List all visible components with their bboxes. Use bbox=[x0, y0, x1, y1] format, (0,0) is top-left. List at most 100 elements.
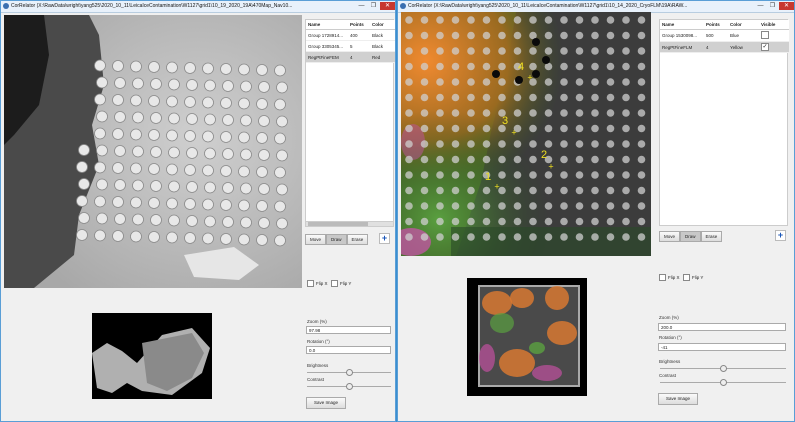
grid-dot bbox=[529, 93, 537, 102]
overview-image bbox=[92, 313, 212, 399]
registration-marker[interactable]: + bbox=[511, 128, 516, 138]
flm-correlator-window: CorRelator (X:\RawData\wright\yang525\20… bbox=[397, 0, 795, 422]
grid-dot bbox=[513, 31, 522, 40]
rotation-input[interactable]: 0.0 bbox=[306, 346, 391, 354]
grid-dot bbox=[529, 140, 537, 148]
checkbox-box[interactable] bbox=[331, 280, 338, 287]
registration-marker[interactable]: + bbox=[548, 162, 553, 172]
em-image-viewer[interactable] bbox=[4, 15, 302, 288]
group-table: Name Points Color Visible Group 1530098.… bbox=[660, 20, 789, 53]
zoom-input[interactable]: 200.0 bbox=[658, 323, 786, 331]
grid-dot bbox=[420, 140, 429, 148]
flm-image-viewer[interactable]: +1 +2 +3 +4 bbox=[401, 12, 651, 256]
registration-label: 2 bbox=[541, 149, 547, 161]
close-button[interactable]: ✕ bbox=[779, 2, 794, 10]
header-name[interactable]: Name bbox=[660, 20, 704, 30]
grid-hole bbox=[256, 98, 268, 110]
close-button[interactable]: ✕ bbox=[380, 2, 395, 10]
minimize-button[interactable]: — bbox=[755, 2, 766, 10]
grid-hole bbox=[204, 113, 216, 126]
brightness-slider[interactable] bbox=[660, 365, 786, 372]
add-group-button[interactable]: + bbox=[775, 230, 786, 241]
slider-knob[interactable] bbox=[346, 369, 353, 376]
title-bar[interactable]: CorRelator (X:\RawData\wright\yang525\20… bbox=[1, 1, 395, 13]
grid-dot bbox=[436, 171, 444, 179]
checkbox-box[interactable] bbox=[683, 274, 690, 281]
grid-dot bbox=[405, 186, 413, 195]
grid-hole bbox=[256, 64, 268, 76]
brightness-slider[interactable] bbox=[307, 369, 391, 376]
header-points[interactable]: Points bbox=[348, 20, 370, 30]
draw-button[interactable]: Draw bbox=[680, 231, 701, 242]
grid-dot bbox=[420, 186, 429, 195]
table-row-selected[interactable]: RegPtFineFLM 4 Yellow ✓ bbox=[660, 41, 789, 53]
header-color[interactable]: Color bbox=[728, 20, 759, 30]
flip-x-checkbox[interactable]: Flip X bbox=[307, 280, 328, 287]
registration-marker[interactable]: + bbox=[494, 182, 499, 192]
grid-hole bbox=[258, 81, 270, 93]
contrast-slider[interactable] bbox=[660, 379, 786, 386]
grid-dot bbox=[575, 78, 584, 86]
table-row[interactable]: Group 3305345... 5 Black bbox=[306, 40, 395, 52]
header-color[interactable]: Color bbox=[370, 20, 395, 30]
checkbox-box[interactable] bbox=[307, 280, 314, 287]
table-header: Name Points Color bbox=[306, 20, 395, 30]
grid-dot bbox=[436, 233, 444, 241]
table-row-selected[interactable]: RegPtFineFEM 4 Red bbox=[306, 51, 395, 63]
visible-checkbox[interactable]: ✓ bbox=[761, 43, 769, 51]
grid-dot bbox=[420, 155, 429, 164]
checkbox-box[interactable] bbox=[659, 274, 666, 281]
slider-knob[interactable] bbox=[720, 365, 727, 372]
grid-dot bbox=[436, 78, 444, 86]
grid-hole bbox=[130, 230, 142, 243]
save-image-button[interactable]: Save Image bbox=[306, 397, 346, 409]
draw-button[interactable]: Draw bbox=[326, 234, 347, 245]
table-row[interactable]: Group 1728914... 400 Black bbox=[306, 29, 395, 41]
flip-y-checkbox[interactable]: Flip Y bbox=[683, 274, 703, 281]
erase-button[interactable]: Erase bbox=[700, 231, 723, 242]
rotation-input[interactable]: -41 bbox=[658, 343, 786, 351]
visible-checkbox[interactable] bbox=[761, 31, 769, 39]
registration-marker[interactable]: + bbox=[527, 73, 532, 83]
erase-button[interactable]: Erase bbox=[346, 234, 369, 245]
flm-image: +1+2+3+4 bbox=[401, 12, 651, 256]
grid-hole bbox=[76, 195, 88, 207]
grid-dot bbox=[560, 186, 568, 195]
cell-points: 5 bbox=[348, 40, 370, 52]
registration-label: 3 bbox=[502, 115, 508, 127]
grid-hole bbox=[276, 183, 288, 196]
scrollbar-thumb[interactable] bbox=[308, 222, 368, 226]
move-button[interactable]: Move bbox=[659, 231, 681, 242]
grid-dot bbox=[560, 78, 568, 86]
table-row[interactable]: Group 1530098... 500 Blue bbox=[660, 29, 789, 42]
grid-dot bbox=[513, 140, 522, 148]
save-image-button[interactable]: Save Image bbox=[658, 393, 698, 405]
header-points[interactable]: Points bbox=[704, 20, 728, 30]
grid-dot bbox=[420, 47, 429, 55]
maximize-button[interactable]: ❐ bbox=[368, 2, 379, 10]
slider-knob[interactable] bbox=[346, 383, 353, 390]
minimize-button[interactable]: — bbox=[356, 2, 367, 10]
grid-dot bbox=[513, 233, 522, 241]
zoom-input[interactable]: 97.98 bbox=[306, 326, 391, 334]
flip-x-checkbox[interactable]: Flip X bbox=[659, 274, 680, 281]
table-scrollbar[interactable] bbox=[306, 221, 393, 226]
grid-dot bbox=[451, 233, 460, 241]
grid-dot bbox=[467, 155, 475, 164]
header-name[interactable]: Name bbox=[306, 20, 348, 30]
grid-dot bbox=[513, 171, 522, 179]
overview-thumbnail[interactable] bbox=[467, 278, 587, 396]
add-group-button[interactable]: + bbox=[379, 233, 390, 244]
grid-hole bbox=[274, 166, 286, 179]
grid-dot bbox=[544, 47, 553, 55]
header-visible[interactable]: Visible bbox=[759, 20, 789, 30]
maximize-button[interactable]: ❐ bbox=[767, 2, 778, 10]
overview-thumbnail[interactable] bbox=[92, 313, 212, 399]
grid-dot bbox=[606, 140, 615, 148]
grid-hole bbox=[202, 96, 214, 109]
slider-knob[interactable] bbox=[720, 379, 727, 386]
move-button[interactable]: Move bbox=[305, 234, 327, 245]
flip-y-checkbox[interactable]: Flip Y bbox=[331, 280, 351, 287]
contrast-slider[interactable] bbox=[307, 383, 391, 390]
grid-dot bbox=[405, 78, 413, 86]
